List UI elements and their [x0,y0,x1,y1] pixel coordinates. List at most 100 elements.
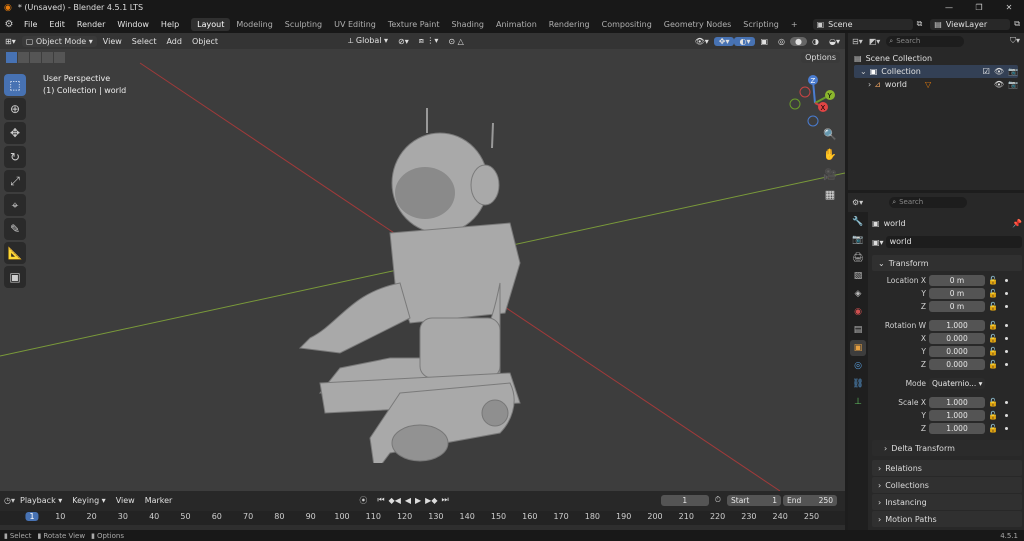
collections-section-header[interactable]: › Collections [872,477,1022,493]
select-new-icon[interactable] [6,52,17,63]
menu-select[interactable]: Select [127,37,162,46]
scene-selector[interactable]: ▣ Scene [812,18,913,30]
add-workspace-button[interactable]: + [785,18,804,31]
lock-icon[interactable]: 🔓 [988,334,1002,343]
rotation-mode-dropdown[interactable]: Quaternio... ▾ [929,378,985,389]
motion-paths-section-header[interactable]: › Motion Paths [872,511,1022,527]
scene-tab-icon[interactable]: ◈ [850,286,866,302]
options-button[interactable]: Options [801,52,840,63]
tab-sculpting[interactable]: Sculpting [279,18,328,31]
timeline-editor-icon[interactable]: ◷▾ [4,496,15,505]
keyframe-dot-icon[interactable] [1005,305,1008,308]
gizmo-toggle-icon[interactable]: ✥▾ [713,36,735,46]
menu-render[interactable]: Render [71,20,111,29]
select-extend-icon[interactable] [18,52,29,63]
object-row[interactable]: › ⊿ world ▽ 👁 📷 [854,78,1018,91]
location-x-field[interactable]: 0 m [929,275,985,286]
collection-row[interactable]: ⌄ ▣ Collection ☑ 👁 📷 [854,65,1018,78]
prev-keyframe-icon[interactable]: ◆◀ [389,496,401,505]
measure-tool-icon[interactable]: 📐 [4,242,26,264]
output-tab-icon[interactable]: 🖨 [850,250,866,266]
data-tab-icon[interactable]: ⊥ [850,394,866,410]
current-frame-field[interactable]: 1 [660,494,709,506]
blender-menu-icon[interactable]: ⚙ [0,19,18,30]
object-name-field[interactable]: world [885,236,1022,248]
shading-solid-icon[interactable]: ● [790,36,808,46]
outliner-search[interactable]: ⌕ Search [886,35,965,47]
pan-hand-icon[interactable]: ✋ [820,148,840,168]
play-icon[interactable]: ▶ [415,496,421,505]
lock-icon[interactable]: 🔓 [988,302,1002,311]
object-tab-icon[interactable]: ▣ [850,340,866,356]
transform-tool-icon[interactable]: ⌖ [4,194,26,216]
menu-window[interactable]: Window [111,20,155,29]
select-invert-icon[interactable] [42,52,53,63]
auto-key-icon[interactable]: ⦿ [359,495,367,506]
viewlayer-selector[interactable]: ▤ ViewLayer [930,18,1011,30]
next-keyframe-icon[interactable]: ▶◆ [425,496,437,505]
proportional-edit-icon[interactable]: ⊙ △ [443,37,468,46]
pivot-icon[interactable]: ⊘▾ [393,37,414,46]
robot-model[interactable] [280,103,540,463]
start-frame-field[interactable]: Start 1 [727,494,781,506]
object-visibility-eye-icon[interactable]: 👁 [994,78,1004,91]
render-tab-icon[interactable]: 📷 [850,232,866,248]
tab-modeling[interactable]: Modeling [230,18,278,31]
frame-ruler[interactable]: 1 10 20 30 40 50 60 70 80 90 100 110 120 130 140 150 160… [0,511,845,525]
tab-rendering[interactable]: Rendering [543,18,596,31]
ortho-grid-icon[interactable]: ▦ [820,188,840,208]
view-layer-tab-icon[interactable]: ▧ [850,268,866,284]
transform-orientation-dropdown[interactable]: ⟂ Global ▾ [343,36,393,46]
lock-icon[interactable]: 🔓 [988,398,1002,407]
scene-collection-row[interactable]: ▤ Scene Collection [854,52,1018,65]
menu-edit[interactable]: Edit [43,20,71,29]
snap-icon[interactable]: ⧈ ⋮▾ [414,36,444,46]
tab-layout[interactable]: Layout [191,17,231,31]
menu-object[interactable]: Object [187,37,223,46]
object-render-camera-icon[interactable]: 📷 [1008,78,1018,91]
rotate-tool-icon[interactable]: ↻ [4,146,26,168]
menu-file[interactable]: File [18,20,43,29]
visibility-icon[interactable]: 👁▾ [690,37,714,46]
checkbox-icon[interactable]: ☑ [983,65,990,78]
keyframe-dot-icon[interactable] [1005,363,1008,366]
jump-end-icon[interactable]: ⏭ [441,495,448,505]
timeline-view-menu[interactable]: View [111,496,140,505]
visibility-eye-icon[interactable]: 👁 [994,65,1004,78]
location-z-field[interactable]: 0 m [929,301,985,312]
menu-view[interactable]: View [98,37,127,46]
annotate-tool-icon[interactable]: ✎ [4,218,26,240]
shading-rendered-icon[interactable]: ◒▾ [824,37,845,46]
xray-icon[interactable]: ▣ [755,37,773,46]
rotation-z-field[interactable]: 0.000 [929,359,985,370]
tab-compositing[interactable]: Compositing [596,18,658,31]
tab-shading[interactable]: Shading [445,18,490,31]
filter-icon[interactable]: ⛉▾ [1010,36,1020,46]
properties-editor-icon[interactable]: ⚙▾ [852,198,863,207]
tool-tab-icon[interactable]: 🔧 [850,214,866,230]
preview-range-icon[interactable]: ⏱ [715,495,721,505]
shading-wireframe-icon[interactable]: ◎ [773,37,790,46]
playback-menu[interactable]: Playback ▾ [15,496,67,505]
minimize-icon[interactable]: — [934,3,964,12]
location-y-field[interactable]: 0 m [929,288,985,299]
camera-view-icon[interactable]: 🎥 [820,168,840,188]
jump-start-icon[interactable]: ⏮ [377,495,384,505]
keyframe-dot-icon[interactable] [1005,279,1008,282]
tab-animation[interactable]: Animation [490,18,543,31]
properties-search[interactable]: ⌕ Search [889,196,968,208]
editor-type-icon[interactable]: ⊞▾ [0,37,21,46]
lock-icon[interactable]: 🔓 [988,424,1002,433]
current-frame-marker[interactable]: 1 [25,512,39,521]
maximize-icon[interactable]: ❐ [964,3,994,12]
new-viewlayer-icon[interactable]: ⧉ [1014,19,1020,29]
select-subtract-icon[interactable] [30,52,41,63]
shading-material-icon[interactable]: ◑ [807,37,824,46]
end-frame-field[interactable]: End 250 [783,494,837,506]
tab-texture-paint[interactable]: Texture Paint [382,18,446,31]
constraints-tab-icon[interactable]: ⛓ [850,376,866,392]
transform-section-header[interactable]: ⌄ Transform [872,255,1022,271]
tab-uv-editing[interactable]: UV Editing [328,18,382,31]
add-cube-tool-icon[interactable]: ▣ [4,266,26,288]
render-camera-icon[interactable]: 📷 [1008,65,1018,78]
